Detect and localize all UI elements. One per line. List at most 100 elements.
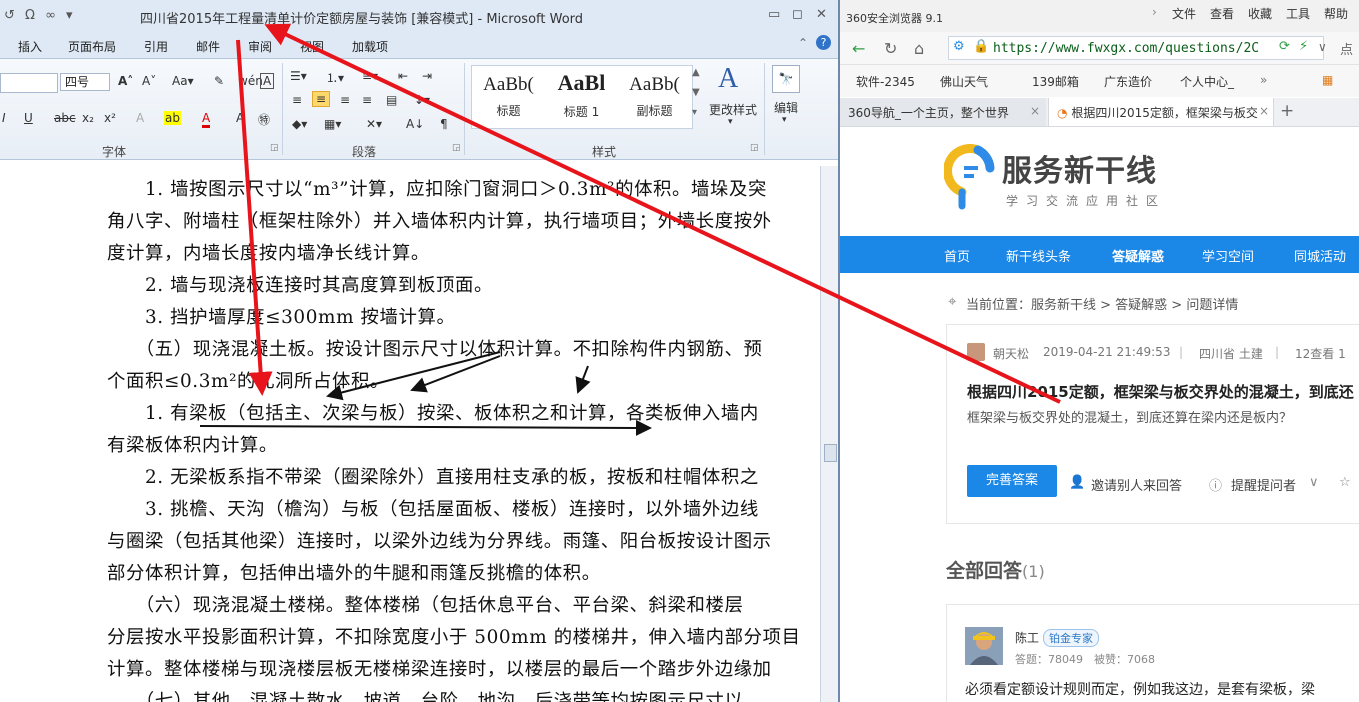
style-title[interactable]: AaBb( 标题 [472, 66, 545, 128]
site-logo[interactable]: 服务新干线 学习交流应用社区 [943, 144, 1184, 224]
highlight-icon[interactable]: ab [164, 111, 181, 125]
nav-local-events[interactable]: 同城活动 [1294, 246, 1346, 265]
favorites-more-icon[interactable]: » [1260, 73, 1267, 87]
menu-favorites[interactable]: 收藏 [1248, 5, 1272, 22]
grow-font-icon[interactable]: A˄ [118, 74, 133, 88]
url-dropdown-icon[interactable]: ∨ [1318, 40, 1327, 54]
browser-tab-active[interactable]: ◔ 根据四川2015定额，框架梁与板交 × [1048, 98, 1274, 126]
justify-icon[interactable]: ≡ [362, 93, 372, 107]
clear-format-icon[interactable]: ✎ [214, 74, 224, 88]
sort-icon[interactable]: A↓ [406, 117, 424, 131]
tab-addins[interactable]: 加载项 [352, 38, 388, 55]
shrink-font-icon[interactable]: A˅ [142, 74, 156, 88]
paragraph-shading-icon[interactable]: ◆▾ [292, 117, 307, 131]
tab-insert[interactable]: 插入 [18, 38, 42, 55]
menu-file[interactable]: 文件 [1172, 5, 1196, 22]
borders-icon[interactable]: ▦▾ [324, 117, 341, 131]
breadcrumb[interactable]: 当前位置：服务新干线 > 答疑解惑 > 问题详情 [966, 294, 1238, 313]
favorite-item[interactable]: 广东造价 [1104, 73, 1152, 90]
font-color-icon[interactable]: A [202, 111, 211, 128]
new-tab-button[interactable]: + [1280, 101, 1294, 121]
home-icon[interactable]: ⌂ [914, 39, 924, 58]
enclose-char-icon[interactable]: ㊕ [258, 111, 270, 128]
menu-view[interactable]: 查看 [1210, 5, 1234, 22]
font-name-select[interactable] [0, 73, 58, 93]
chinese-layout-icon[interactable]: ✕▾ [366, 117, 382, 131]
menu-help[interactable]: 帮助 [1324, 5, 1348, 22]
nav-headlines[interactable]: 新干线头条 [1006, 246, 1071, 265]
edit-label[interactable]: 编辑 [774, 99, 798, 116]
change-styles-icon[interactable]: A [718, 63, 738, 95]
line-spacing-icon[interactable]: ↕▾ [414, 93, 430, 107]
align-center-icon[interactable]: ≡ [312, 91, 331, 107]
font-dialog-launcher-icon[interactable]: ◲ [270, 143, 279, 153]
menu-tools[interactable]: 工具 [1286, 5, 1310, 22]
align-right-icon[interactable]: ≡ [340, 93, 350, 107]
nav-learning[interactable]: 学习空间 [1202, 246, 1254, 265]
style-subtitle[interactable]: AaBb( 副标题 [618, 66, 691, 128]
show-marks-icon[interactable]: ¶ [440, 117, 448, 131]
favorite-item[interactable]: 佛山天气 [940, 73, 988, 90]
change-styles-label[interactable]: 更改样式 [709, 101, 757, 118]
help-icon[interactable]: ? [816, 35, 831, 50]
styles-more-icon[interactable]: ▾ [692, 107, 697, 118]
tab-close-icon[interactable]: × [1259, 104, 1269, 118]
tab-review[interactable]: 审阅 [248, 38, 272, 55]
address-right-text[interactable]: 点 [1340, 39, 1353, 58]
author-avatar[interactable] [967, 343, 985, 361]
word-close-button[interactable]: ✕ [816, 7, 827, 22]
styles-scroll-up-icon[interactable]: ▲ [692, 67, 700, 78]
paragraph-dialog-launcher-icon[interactable]: ◲ [452, 143, 461, 153]
apps-grid-icon[interactable]: ▦ [1322, 73, 1333, 87]
align-left-icon[interactable]: ≡ [292, 93, 302, 107]
numbering-icon[interactable]: ⒈▾ [326, 69, 344, 86]
shading-icon[interactable]: A [236, 111, 244, 125]
word-minimize-button[interactable]: ▭ [768, 7, 780, 22]
menu-expand-icon[interactable]: › [1152, 5, 1157, 19]
styles-scroll-down-icon[interactable]: ▼ [692, 87, 700, 98]
change-styles-dropdown-icon[interactable]: ▾ [728, 117, 733, 127]
quick-access-toolbar[interactable]: ↺ Ω ∞ ▾ [4, 8, 76, 23]
favorite-item[interactable]: 个人中心_ [1180, 73, 1234, 90]
speed-mode-icon[interactable]: ⚡ [1299, 39, 1308, 54]
superscript-icon[interactable]: x² [104, 111, 116, 125]
url-field[interactable]: ⚙ 🔒 https://www.fwxgx.com/questions/2C ⟳… [948, 36, 1324, 60]
answerer-name[interactable]: 陈工 [1015, 629, 1039, 646]
remind-asker-link[interactable]: 提醒提问者 [1231, 475, 1296, 494]
font-size-select[interactable]: 四号 [60, 73, 110, 91]
refresh-icon[interactable]: ↻ [884, 39, 897, 58]
document-page[interactable]: 1. 墙按图示尺寸以“m³”计算，应扣除门窗洞口＞0.3m²的体积。墙垛及突 角… [0, 166, 820, 702]
security-icon[interactable]: ⟳ [1279, 39, 1290, 54]
decrease-indent-icon[interactable]: ⇤ [398, 69, 408, 83]
character-border-icon[interactable]: A [260, 73, 275, 89]
improve-answer-button[interactable]: 完善答案 [967, 465, 1057, 497]
answerer-avatar[interactable] [965, 627, 1003, 665]
underline-icon[interactable]: U [24, 111, 33, 125]
styles-dialog-launcher-icon[interactable]: ◲ [750, 143, 759, 153]
scrollbar-thumb[interactable] [824, 444, 837, 462]
strikethrough-icon[interactable]: abc [54, 111, 76, 125]
subscript-icon[interactable]: x₂ [82, 111, 94, 125]
chevron-down-icon[interactable]: ∨ [1309, 475, 1319, 490]
find-icon[interactable]: 🔭 [772, 65, 800, 93]
tab-references[interactable]: 引用 [144, 38, 168, 55]
back-icon[interactable]: ← [852, 39, 865, 58]
tab-close-icon[interactable]: × [1030, 104, 1040, 118]
multilevel-list-icon[interactable]: ≡▾ [362, 69, 378, 83]
site-info-icon[interactable]: ⚙ [953, 39, 965, 54]
bullets-icon[interactable]: ☰▾ [290, 69, 307, 83]
tab-page-layout[interactable]: 页面布局 [68, 38, 116, 55]
question-author[interactable]: 朝天松 [993, 345, 1029, 362]
style-heading-1[interactable]: AaBl 标题 1 [545, 66, 618, 128]
tab-mailings[interactable]: 邮件 [196, 38, 220, 55]
document-scrollbar[interactable] [820, 166, 838, 702]
invite-answer-link[interactable]: 邀请别人来回答 [1091, 475, 1182, 494]
change-case-icon[interactable]: Aa▾ [172, 74, 194, 88]
nav-home[interactable]: 首页 [944, 246, 970, 265]
favorite-item[interactable]: 139邮箱 [1032, 73, 1079, 90]
italic-icon[interactable]: I [2, 111, 6, 125]
favorite-item[interactable]: 软件-2345 [856, 73, 915, 90]
increase-indent-icon[interactable]: ⇥ [422, 69, 432, 83]
distributed-icon[interactable]: ▤ [386, 93, 397, 107]
edit-dropdown-icon[interactable]: ▾ [782, 115, 787, 125]
